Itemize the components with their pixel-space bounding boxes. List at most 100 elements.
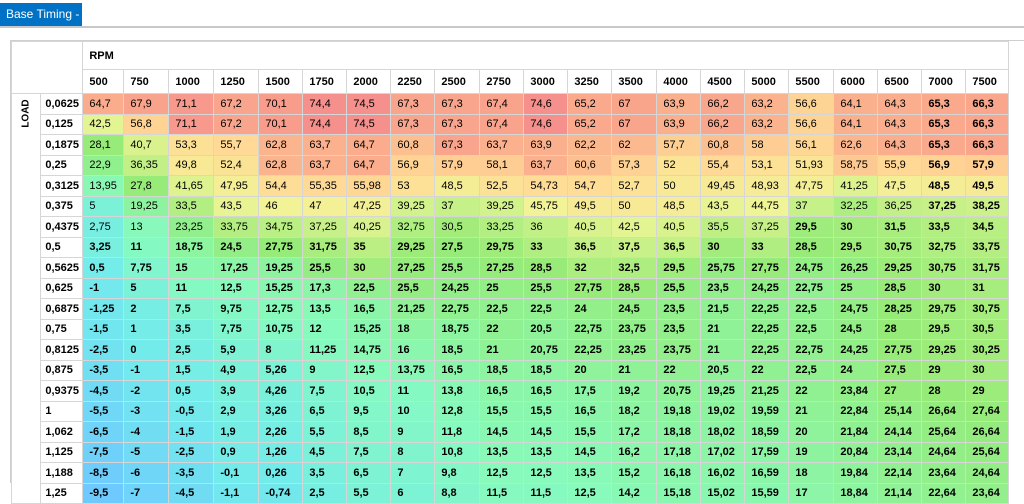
table-cell[interactable]: 9,5 bbox=[346, 400, 392, 422]
table-cell[interactable]: 50 bbox=[656, 175, 702, 197]
table-cell[interactable]: 63,9 bbox=[523, 134, 569, 156]
table-cell[interactable]: 37 bbox=[434, 195, 481, 217]
table-cell[interactable]: 28,5 bbox=[788, 236, 835, 258]
table-cell[interactable]: -9,5 bbox=[82, 482, 125, 504]
table-cell[interactable]: 67,3 bbox=[434, 113, 481, 135]
table-cell[interactable]: 27,75 bbox=[877, 339, 923, 361]
table-cell[interactable]: -1 bbox=[82, 277, 125, 299]
table-cell[interactable]: 23,5 bbox=[656, 318, 702, 340]
table-cell[interactable]: 23,64 bbox=[921, 462, 967, 484]
table-cell[interactable]: 15,2 bbox=[611, 462, 658, 484]
table-cell[interactable]: -1,5 bbox=[168, 421, 215, 443]
table-cell[interactable]: 57,7 bbox=[656, 134, 702, 156]
table-cell[interactable]: 12 bbox=[302, 318, 348, 340]
table-cell[interactable]: 40,5 bbox=[567, 216, 613, 238]
table-cell[interactable]: 19,02 bbox=[700, 400, 746, 422]
table-cell[interactable]: 5,5 bbox=[302, 421, 348, 443]
table-cell[interactable]: 3,9 bbox=[213, 380, 260, 402]
table-cell[interactable]: 17,02 bbox=[700, 441, 746, 463]
table-cell[interactable]: 16,18 bbox=[656, 462, 702, 484]
table-cell[interactable]: 46 bbox=[258, 195, 304, 217]
table-cell[interactable]: 22,75 bbox=[434, 298, 481, 320]
table-cell[interactable]: 33,75 bbox=[213, 216, 260, 238]
table-cell[interactable]: 24,25 bbox=[744, 277, 790, 299]
table-cell[interactable]: 57,9 bbox=[965, 154, 1010, 176]
table-cell[interactable]: 70,1 bbox=[258, 113, 304, 135]
table-cell[interactable]: 58 bbox=[744, 134, 790, 156]
table-cell[interactable]: -8,5 bbox=[82, 462, 125, 484]
table-cell[interactable]: 44,75 bbox=[744, 195, 790, 217]
table-cell[interactable]: 0,26 bbox=[258, 462, 304, 484]
table-cell[interactable]: 1 bbox=[123, 318, 170, 340]
table-cell[interactable]: 25,64 bbox=[921, 421, 967, 443]
table-cell[interactable]: 17,5 bbox=[567, 380, 613, 402]
table-cell[interactable]: 20 bbox=[788, 421, 835, 443]
table-cell[interactable]: 15,5 bbox=[479, 400, 525, 422]
table-cell[interactable]: 31,5 bbox=[877, 216, 923, 238]
table-cell[interactable]: 17 bbox=[788, 482, 835, 504]
table-cell[interactable]: 17,3 bbox=[302, 277, 348, 299]
table-cell[interactable]: 22,14 bbox=[877, 462, 923, 484]
table-cell[interactable]: 32 bbox=[567, 257, 613, 279]
table-cell[interactable]: 1,9 bbox=[213, 421, 260, 443]
table-cell[interactable]: 48,5 bbox=[656, 195, 702, 217]
table-cell[interactable]: 57,9 bbox=[434, 154, 481, 176]
table-cell[interactable]: 65,2 bbox=[567, 113, 613, 135]
table-cell[interactable]: 29,25 bbox=[390, 236, 436, 258]
table-cell[interactable]: 29,5 bbox=[833, 236, 879, 258]
table-cell[interactable]: 32,5 bbox=[611, 257, 658, 279]
table-cell[interactable]: 22,84 bbox=[833, 400, 879, 422]
table-cell[interactable]: 64,1 bbox=[833, 93, 879, 115]
table-cell[interactable]: 16,02 bbox=[700, 462, 746, 484]
table-cell[interactable]: 47,95 bbox=[213, 175, 260, 197]
table-cell[interactable]: 18,2 bbox=[611, 400, 658, 422]
tab-base-timing[interactable]: Base Timing - 1 bbox=[0, 3, 82, 44]
table-cell[interactable]: 35,5 bbox=[700, 216, 746, 238]
table-cell[interactable]: 3,5 bbox=[168, 318, 215, 340]
table-cell[interactable]: 48,5 bbox=[434, 175, 481, 197]
table-cell[interactable]: -2,5 bbox=[82, 339, 125, 361]
table-cell[interactable]: 51,93 bbox=[788, 154, 835, 176]
table-cell[interactable]: 19 bbox=[788, 441, 835, 463]
table-cell[interactable]: 62,8 bbox=[258, 154, 304, 176]
table-cell[interactable]: 2,5 bbox=[302, 482, 348, 504]
table-cell[interactable]: -1,1 bbox=[213, 482, 260, 504]
table-cell[interactable]: -0,1 bbox=[213, 462, 260, 484]
table-cell[interactable]: 33 bbox=[744, 236, 790, 258]
table-cell[interactable]: 7,75 bbox=[123, 257, 170, 279]
table-cell[interactable]: 39,25 bbox=[479, 195, 525, 217]
table-cell[interactable]: 13,8 bbox=[434, 380, 481, 402]
table-cell[interactable]: 27,75 bbox=[258, 236, 304, 258]
table-cell[interactable]: -3,5 bbox=[82, 359, 125, 381]
table-cell[interactable]: 19,25 bbox=[700, 380, 746, 402]
table-cell[interactable]: 23,64 bbox=[965, 482, 1010, 504]
table-cell[interactable]: 36,5 bbox=[656, 236, 702, 258]
table-cell[interactable]: 11,5 bbox=[523, 482, 569, 504]
table-cell[interactable]: 53,3 bbox=[168, 134, 215, 156]
table-cell[interactable]: 39,25 bbox=[390, 195, 436, 217]
table-cell[interactable]: 16,5 bbox=[479, 380, 525, 402]
table-cell[interactable]: 32,75 bbox=[921, 236, 967, 258]
table-cell[interactable]: 24,64 bbox=[965, 462, 1010, 484]
table-cell[interactable]: 58,75 bbox=[833, 154, 879, 176]
table-cell[interactable]: 64,7 bbox=[82, 93, 125, 115]
table-cell[interactable]: 22,5 bbox=[523, 298, 569, 320]
table-cell[interactable]: 49,5 bbox=[965, 175, 1010, 197]
table-cell[interactable]: 20,5 bbox=[700, 359, 746, 381]
table-cell[interactable]: 74,6 bbox=[523, 93, 569, 115]
table-cell[interactable]: 42,5 bbox=[82, 113, 125, 135]
table-cell[interactable]: 43,5 bbox=[213, 195, 260, 217]
table-cell[interactable]: 28 bbox=[877, 318, 923, 340]
table-cell[interactable]: 52,7 bbox=[611, 175, 658, 197]
table-cell[interactable]: 63,9 bbox=[656, 113, 702, 135]
table-cell[interactable]: 17,2 bbox=[611, 421, 658, 443]
table-cell[interactable]: 22,5 bbox=[479, 298, 525, 320]
table-cell[interactable]: 29,25 bbox=[921, 339, 967, 361]
table-cell[interactable]: 13,5 bbox=[479, 441, 525, 463]
table-cell[interactable]: 30,25 bbox=[965, 339, 1010, 361]
table-cell[interactable]: 65,3 bbox=[921, 113, 967, 135]
table-cell[interactable]: 74,5 bbox=[346, 93, 392, 115]
table-cell[interactable]: 6,5 bbox=[302, 400, 348, 422]
table-cell[interactable]: 67 bbox=[611, 93, 658, 115]
table-cell[interactable]: 31,75 bbox=[302, 236, 348, 258]
